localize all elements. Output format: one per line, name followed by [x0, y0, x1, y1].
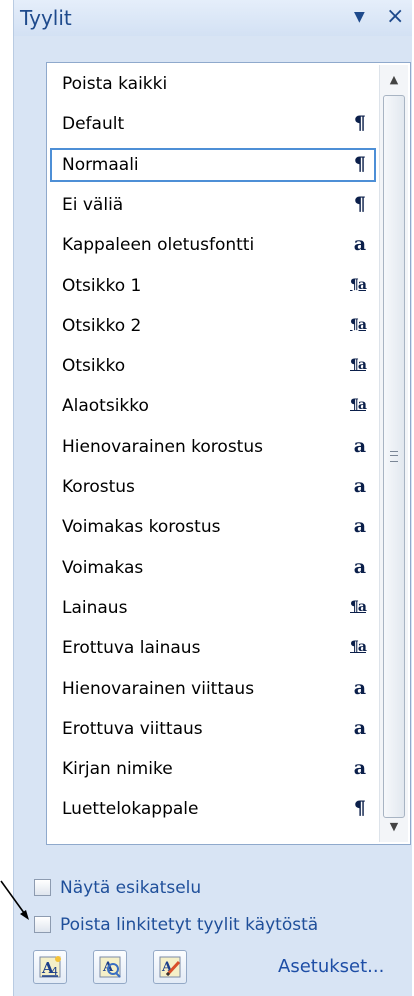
style-item-label: Hienovarainen viittaus	[62, 678, 255, 699]
style-item[interactable]: Luettelokappale ¶	[50, 792, 376, 826]
style-item[interactable]: Ei väliä ¶	[50, 188, 376, 222]
style-item-label: Default	[62, 114, 125, 135]
disable-linked-styles-label[interactable]: Poista linkitetyt tyylit käytöstä	[60, 915, 318, 935]
style-item[interactable]: Otsikko 1 ¶a	[50, 269, 376, 303]
pane-titlebar: Tyylit ▼ ×	[14, 0, 412, 36]
style-item[interactable]: Hienovarainen korostus a	[50, 430, 376, 464]
style-item[interactable]: Lainaus ¶a	[50, 591, 376, 625]
style-item[interactable]: Voimakas a	[50, 551, 376, 585]
style-item-label: Ei väliä	[62, 194, 124, 215]
style-item-label: Voimakas	[62, 557, 144, 578]
character-style-icon: a	[353, 555, 366, 578]
character-style-icon: a	[353, 434, 366, 457]
pane-title: Tyylit	[20, 6, 72, 30]
style-inspector-icon: A	[99, 956, 121, 978]
styles-list[interactable]: Poista kaikki Default ¶ Normaali ¶ Ei väliä ¶ K…	[46, 62, 411, 845]
paragraph-style-icon: ¶	[353, 192, 366, 215]
style-item[interactable]: Erottuva viittaus a	[50, 712, 376, 746]
style-item-label: Otsikko	[62, 356, 126, 377]
style-item-label: Hienovarainen korostus	[62, 436, 263, 457]
style-item[interactable]: Hienovarainen viittaus a	[50, 672, 376, 706]
style-item[interactable]: Kappaleen oletusfontti a	[50, 228, 376, 262]
style-item-label: Lainaus	[62, 597, 128, 618]
style-inspector-button[interactable]: A	[93, 950, 127, 984]
paragraph-style-icon: ¶	[353, 112, 366, 135]
disable-linked-styles-checkbox[interactable]	[34, 916, 51, 933]
style-item[interactable]: Otsikko ¶a	[50, 349, 376, 383]
manage-styles-icon: A	[159, 956, 181, 978]
styles-pane: Tyylit ▼ × Poista kaikki Default ¶ Normaali…	[13, 0, 412, 996]
linked-style-icon: ¶a	[350, 357, 367, 374]
style-item-label: Korostus	[62, 477, 135, 497]
paragraph-style-icon: ¶	[353, 152, 366, 175]
show-preview-label[interactable]: Näytä esikatselu	[60, 878, 201, 898]
manage-styles-button[interactable]: A	[153, 950, 187, 984]
linked-style-icon: ¶a	[350, 598, 367, 615]
scrollbar-grip-icon	[390, 451, 398, 462]
svg-text:A: A	[161, 960, 173, 975]
settings-link[interactable]: Asetukset...	[278, 956, 384, 977]
linked-style-icon: ¶a	[350, 276, 367, 293]
character-style-icon: a	[353, 757, 366, 780]
style-item[interactable]: Normaali ¶	[50, 147, 376, 182]
style-item-label: Erottuva viittaus	[62, 718, 203, 739]
paragraph-style-icon: ¶	[353, 797, 366, 820]
character-style-icon: a	[353, 676, 366, 699]
linked-style-icon: ¶a	[350, 639, 367, 656]
show-preview-checkbox[interactable]	[34, 879, 51, 896]
style-item-label: Otsikko 1	[62, 275, 142, 296]
style-item[interactable]: Alaotsikko ¶a	[50, 389, 376, 423]
scroll-up-arrow-icon[interactable]: ▲	[380, 67, 408, 93]
style-item-label: Kappaleen oletusfontti	[62, 235, 255, 256]
character-style-icon: a	[353, 475, 366, 497]
style-item-label: Erottuva lainaus	[62, 638, 201, 659]
style-item-label: Voimakas korostus	[62, 517, 221, 538]
style-item[interactable]: Otsikko 2 ¶a	[50, 309, 376, 343]
style-item-label: Kirjan nimike	[62, 759, 173, 780]
style-item[interactable]: Korostus a	[50, 470, 376, 504]
linked-style-icon: ¶a	[350, 397, 367, 414]
style-item-label: Normaali	[62, 154, 139, 175]
style-item[interactable]: Erottuva lainaus ¶a	[50, 631, 376, 665]
linked-style-icon: ¶a	[350, 316, 367, 333]
pointer-arrow-icon	[0, 880, 29, 920]
style-item-label: Luettelokappale	[62, 799, 199, 820]
dropdown-arrow-icon[interactable]: ▼	[354, 9, 365, 25]
character-style-icon: a	[353, 716, 366, 739]
style-item-label: Alaotsikko	[62, 396, 149, 417]
new-style-button[interactable]: A 4	[33, 950, 67, 984]
close-icon[interactable]: ×	[386, 4, 404, 29]
style-item-label: Poista kaikki	[62, 74, 168, 94]
style-item-label: Otsikko 2	[62, 315, 142, 336]
scroll-down-arrow-icon[interactable]: ▼	[380, 814, 408, 840]
character-style-icon: a	[353, 515, 366, 538]
character-style-icon: a	[353, 233, 366, 256]
vertical-scrollbar[interactable]: ▲ ▼	[379, 65, 408, 842]
new-style-icon: A 4	[39, 956, 61, 978]
style-item[interactable]: Default ¶	[50, 107, 376, 141]
scrollbar-thumb[interactable]	[383, 95, 405, 818]
style-item[interactable]: Poista kaikki	[50, 67, 376, 101]
style-item[interactable]: Kirjan nimike a	[50, 752, 376, 786]
style-item[interactable]: Voimakas korostus a	[50, 510, 376, 544]
